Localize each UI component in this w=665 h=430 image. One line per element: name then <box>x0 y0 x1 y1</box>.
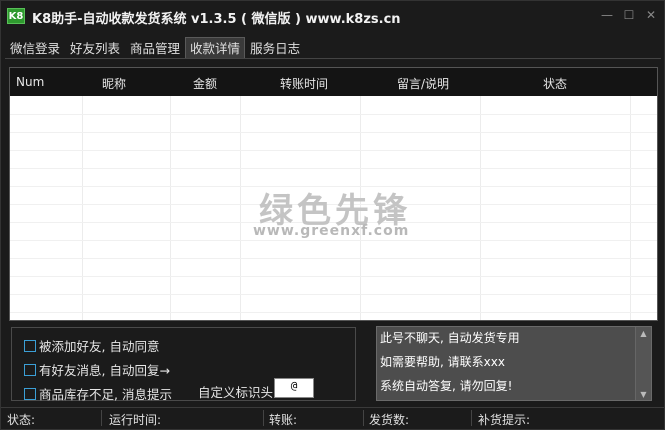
title-bar: K8 K8助手-自动收款发货系统 v1.3.5 ( 微信版 ) www.k8zs… <box>1 1 664 31</box>
grid-line <box>10 258 657 259</box>
scroll-down-icon[interactable]: ▼ <box>636 388 651 400</box>
maximize-button[interactable]: ☐ <box>621 7 637 23</box>
grid-line <box>10 168 657 169</box>
column-header-message[interactable]: 留言/说明 <box>397 75 449 92</box>
tab-bar: 微信登录 好友列表 商品管理 收款详情 服务日志 <box>5 37 305 59</box>
table-header: Num 昵称 金额 转账时间 留言/说明 状态 <box>10 68 657 96</box>
status-bar: 状态: 运行时间: 转账: 发货数: 补货提示: <box>1 407 664 429</box>
column-header-status[interactable]: 状态 <box>543 75 567 92</box>
watermark-logo: 绿色先锋 www.greenxf.com <box>251 189 421 241</box>
column-header-transfer-time[interactable]: 转账时间 <box>280 75 328 92</box>
grid-line <box>10 150 657 151</box>
tab-product-management[interactable]: 商品管理 <box>125 37 185 59</box>
tab-wechat-login[interactable]: 微信登录 <box>5 37 65 59</box>
status-label: 状态: <box>7 413 36 427</box>
app-window: K8 K8助手-自动收款发货系统 v1.3.5 ( 微信版 ) www.k8zs… <box>0 0 665 430</box>
grid-line <box>10 312 657 313</box>
tab-payment-details[interactable]: 收款详情 <box>185 37 246 59</box>
status-separator <box>101 410 102 426</box>
app-logo-icon: K8 <box>7 8 25 24</box>
custom-prefix-input[interactable]: @ <box>274 378 314 398</box>
status-separator <box>471 410 472 426</box>
grid-line <box>82 96 83 320</box>
auto-accept-friend-checkbox[interactable] <box>24 339 36 352</box>
tab-friend-list[interactable]: 好友列表 <box>65 37 125 59</box>
message-line: 系统自动答复, 请勿回复! <box>380 379 513 393</box>
status-separator <box>363 410 364 426</box>
scroll-up-icon[interactable]: ▲ <box>636 327 651 339</box>
grid-line <box>10 276 657 277</box>
column-header-num[interactable]: Num <box>16 75 44 89</box>
auto-reply-label: 有好友消息, 自动回复→ <box>39 363 170 378</box>
tab-divider <box>5 58 661 59</box>
auto-reply-message-box[interactable]: 此号不聊天, 自动发货专用 如需要帮助, 请联系xxx 系统自动答复, 请勿回复… <box>376 326 652 401</box>
restock-alert-label: 补货提示: <box>478 413 531 427</box>
options-panel: 被添加好友, 自动同意 有好友消息, 自动回复→ 商品库存不足, 消息提示 自定… <box>11 327 356 403</box>
auto-reply-option[interactable]: 有好友消息, 自动回复→ <box>24 360 170 379</box>
grid-line <box>10 114 657 115</box>
shipped-count-label: 发货数: <box>369 413 410 427</box>
close-button[interactable]: ✕ <box>643 7 659 23</box>
tab-service-log[interactable]: 服务日志 <box>245 37 305 59</box>
column-header-nickname[interactable]: 昵称 <box>102 75 126 92</box>
message-line: 此号不聊天, 自动发货专用 <box>380 331 520 345</box>
grid-line <box>240 96 241 320</box>
stock-alert-label: 商品库存不足, 消息提示 <box>39 387 172 402</box>
column-header-amount[interactable]: 金额 <box>193 75 217 92</box>
grid-line <box>630 96 631 320</box>
custom-prefix-label: 自定义标识头 <box>198 385 274 400</box>
auto-accept-friend-option[interactable]: 被添加好友, 自动同意 <box>24 336 159 355</box>
message-scrollbar[interactable]: ▲ ▼ <box>635 327 651 400</box>
grid-line <box>480 96 481 320</box>
grid-line <box>10 132 657 133</box>
stock-alert-checkbox[interactable] <box>24 387 36 400</box>
minimize-button[interactable]: — <box>599 7 615 23</box>
watermark-url: www.greenxf.com <box>253 223 410 239</box>
runtime-label: 运行时间: <box>109 413 162 427</box>
transfer-label: 转账: <box>269 413 298 427</box>
grid-line <box>10 294 657 295</box>
window-title: K8助手-自动收款发货系统 v1.3.5 ( 微信版 ) www.k8zs.cn <box>32 12 401 27</box>
auto-reply-checkbox[interactable] <box>24 363 36 376</box>
message-line: 如需要帮助, 请联系xxx <box>380 355 505 369</box>
status-separator <box>263 410 264 426</box>
grid-line <box>170 96 171 320</box>
stock-alert-option[interactable]: 商品库存不足, 消息提示 <box>24 384 172 403</box>
auto-accept-friend-label: 被添加好友, 自动同意 <box>39 339 160 354</box>
